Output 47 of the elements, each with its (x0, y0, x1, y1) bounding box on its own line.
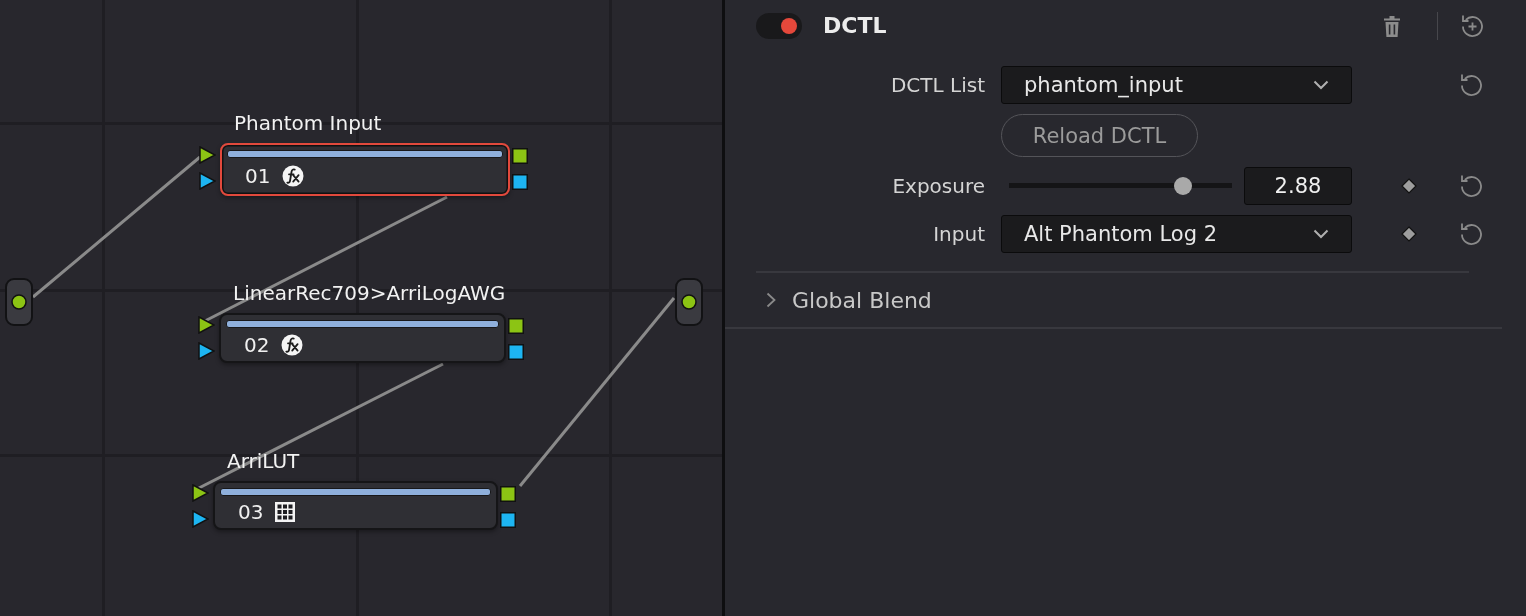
parameter-label: DCTL List (890, 73, 985, 97)
toggle-switch[interactable] (756, 13, 802, 39)
input-port-icon[interactable] (198, 342, 215, 360)
circular-arrow-icon[interactable] (1458, 72, 1484, 98)
section-header[interactable]: Global Blend (766, 287, 932, 313)
circular-arrow-icon[interactable] (1458, 173, 1484, 199)
node-box[interactable]: 01 (220, 143, 510, 196)
output-node[interactable] (675, 278, 703, 326)
output-port-icon[interactable] (500, 486, 516, 502)
connector-dot-icon (11, 294, 27, 310)
chevron-down-icon (1313, 80, 1329, 90)
input-port-icon[interactable] (198, 316, 215, 334)
panel-title: DCTL (823, 13, 887, 39)
trash-icon[interactable] (1383, 14, 1401, 38)
function-icon (281, 333, 304, 356)
node-label: ArriLUT (227, 449, 300, 473)
node-label: Phantom Input (234, 111, 382, 135)
node-label: LinearRec709>ArriLogAWG (233, 281, 506, 305)
grid-icon (275, 502, 296, 522)
chevron-down-icon (1313, 229, 1329, 239)
node-number: 03 (238, 500, 264, 524)
parameter-label: Input (933, 222, 985, 246)
function-icon (282, 165, 305, 187)
node-number: 01 (245, 164, 271, 188)
output-port-icon[interactable] (500, 512, 516, 528)
dropdown[interactable]: Alt Phantom Log 2 (1001, 215, 1352, 253)
output-port-icon[interactable] (508, 318, 524, 334)
node-box[interactable]: 02 (219, 313, 506, 363)
parameter-label: Exposure (892, 174, 985, 198)
slider-thumb[interactable] (1173, 177, 1192, 195)
node-number: 02 (244, 332, 270, 357)
diamond-icon[interactable] (1401, 178, 1417, 194)
input-port-icon[interactable] (199, 172, 216, 190)
input-port-icon[interactable] (192, 510, 209, 528)
dropdown[interactable]: phantom_input (1001, 66, 1352, 104)
circular-arrow-icon[interactable] (1458, 221, 1484, 247)
source-node[interactable] (5, 278, 33, 326)
input-port-icon[interactable] (192, 484, 209, 502)
output-port-icon[interactable] (512, 174, 528, 190)
input-port-icon[interactable] (199, 146, 216, 164)
value-field[interactable]: 2.88 (1244, 167, 1352, 205)
connector-dot-icon (681, 294, 697, 310)
output-port-icon[interactable] (512, 148, 528, 164)
diamond-icon[interactable] (1401, 226, 1417, 242)
circular-arrow-plus-icon[interactable] (1459, 13, 1485, 39)
node-box[interactable]: 03 (213, 481, 498, 530)
output-port-icon[interactable] (508, 344, 524, 360)
